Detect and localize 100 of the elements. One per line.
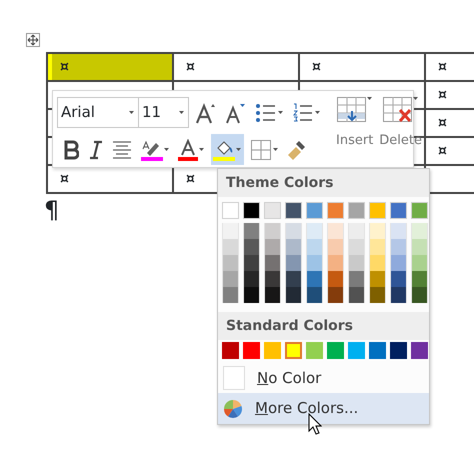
color-swatch[interactable] <box>348 271 365 287</box>
caret-icon <box>366 97 373 101</box>
color-swatch[interactable] <box>264 239 281 255</box>
caret-icon <box>315 110 321 114</box>
color-swatch[interactable] <box>369 223 386 239</box>
center-align-icon <box>111 138 133 160</box>
color-swatch[interactable] <box>348 223 365 239</box>
menu-item[interactable]: More Colors... <box>218 393 429 424</box>
color-swatch[interactable] <box>390 202 407 219</box>
empty-swatch-icon <box>223 366 245 390</box>
color-swatch[interactable] <box>411 342 428 359</box>
color-swatch[interactable] <box>243 255 260 271</box>
color-swatch[interactable] <box>327 342 344 359</box>
color-swatch[interactable] <box>264 202 281 219</box>
color-swatch[interactable] <box>327 287 344 303</box>
color-swatch[interactable] <box>348 255 365 271</box>
color-swatch[interactable] <box>390 271 407 287</box>
color-swatch[interactable] <box>411 287 428 303</box>
color-swatch[interactable] <box>285 271 302 287</box>
section-header: Standard Colors <box>218 312 429 340</box>
color-swatch[interactable] <box>306 287 323 303</box>
caret-icon <box>199 148 205 152</box>
color-swatch[interactable] <box>348 287 365 303</box>
caret-icon <box>273 148 279 152</box>
menu-item[interactable]: No Color <box>218 363 429 393</box>
color-swatch[interactable] <box>243 287 260 303</box>
color-swatch[interactable] <box>369 342 386 359</box>
color-swatch[interactable] <box>327 271 344 287</box>
italic-icon <box>87 140 103 160</box>
color-swatch[interactable] <box>327 255 344 271</box>
color-swatch[interactable] <box>243 202 260 219</box>
insert-table-button[interactable]: Insert <box>333 97 376 167</box>
color-swatch[interactable] <box>264 223 281 239</box>
color-swatch[interactable] <box>243 223 260 239</box>
color-swatch[interactable] <box>264 342 281 359</box>
color-swatch[interactable] <box>411 223 428 239</box>
table-cell: ¤ <box>425 53 474 81</box>
color-swatch[interactable] <box>222 239 239 255</box>
color-swatch[interactable] <box>306 223 323 239</box>
color-swatch[interactable] <box>222 271 239 287</box>
color-swatch[interactable] <box>285 255 302 271</box>
color-swatch[interactable] <box>264 287 281 303</box>
color-swatch[interactable] <box>327 202 344 219</box>
font-size-field[interactable]: 11 <box>139 97 189 128</box>
color-swatch[interactable] <box>390 287 407 303</box>
table-move-icon[interactable] <box>26 33 40 47</box>
caret-icon <box>236 148 242 152</box>
caret-icon <box>164 148 170 152</box>
color-swatch[interactable] <box>390 239 407 255</box>
font-color-icon <box>178 138 198 160</box>
color-swatch[interactable] <box>411 271 428 287</box>
color-swatch[interactable] <box>411 255 428 271</box>
color-swatch[interactable] <box>306 255 323 271</box>
color-swatch[interactable] <box>264 271 281 287</box>
color-swatch[interactable] <box>285 202 302 219</box>
color-swatch[interactable] <box>369 239 386 255</box>
borders-icon <box>250 138 272 160</box>
color-swatch[interactable] <box>390 223 407 239</box>
color-swatch[interactable] <box>327 239 344 255</box>
color-swatch[interactable] <box>369 271 386 287</box>
table-icon <box>336 97 367 123</box>
color-swatch[interactable] <box>390 255 407 271</box>
color-swatch[interactable] <box>327 223 344 239</box>
color-swatch[interactable] <box>348 202 365 219</box>
color-swatch[interactable] <box>306 271 323 287</box>
color-swatch[interactable] <box>285 342 302 359</box>
numbered-list-icon <box>292 102 314 124</box>
paint-bucket-icon <box>213 138 235 160</box>
color-swatch[interactable] <box>264 255 281 271</box>
bullet-list-icon <box>255 102 277 124</box>
color-swatch[interactable] <box>222 342 239 359</box>
color-swatch[interactable] <box>369 255 386 271</box>
paint-bucket-button[interactable] <box>211 134 244 165</box>
color-swatch[interactable] <box>285 223 302 239</box>
color-swatch[interactable] <box>222 287 239 303</box>
font-name-field[interactable]: Arial <box>57 97 139 128</box>
table-cell: ¤ <box>299 53 425 81</box>
caret-icon <box>278 110 284 114</box>
color-swatch[interactable] <box>369 287 386 303</box>
color-swatch[interactable] <box>285 287 302 303</box>
color-swatch[interactable] <box>222 202 239 219</box>
delete-table-button[interactable]: Delete <box>376 97 426 167</box>
section-header: Theme Colors <box>218 169 429 197</box>
color-swatch[interactable] <box>348 342 365 359</box>
color-swatch[interactable] <box>306 342 323 359</box>
color-swatch[interactable] <box>222 255 239 271</box>
color-swatch[interactable] <box>222 223 239 239</box>
color-swatch[interactable] <box>390 342 407 359</box>
color-swatch[interactable] <box>348 239 365 255</box>
color-swatch[interactable] <box>411 239 428 255</box>
color-swatch[interactable] <box>306 239 323 255</box>
color-swatch[interactable] <box>411 202 428 219</box>
color-swatch[interactable] <box>243 271 260 287</box>
color-swatch[interactable] <box>369 202 386 219</box>
table-cell: ¤ <box>47 53 173 81</box>
color-swatch[interactable] <box>306 202 323 219</box>
color-swatch[interactable] <box>243 342 260 359</box>
highlighter-icon <box>141 138 163 160</box>
color-swatch[interactable] <box>285 239 302 255</box>
color-swatch[interactable] <box>243 239 260 255</box>
